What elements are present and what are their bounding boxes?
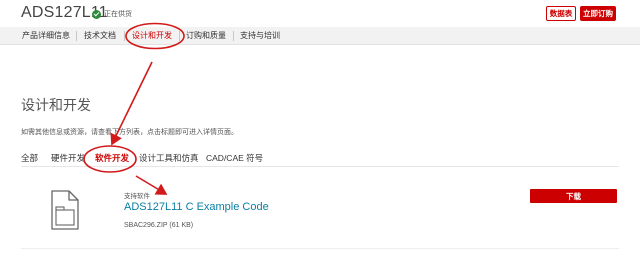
nav-item-support-training[interactable]: 支持与培训	[240, 30, 280, 41]
section-description: 如需其他信息或资源，请查看下方列表，点击标题即可进入详情页面。	[21, 129, 238, 136]
nav-separator	[76, 31, 77, 41]
tab-cad-cae-symbols[interactable]: CAD/CAE 符号	[206, 152, 263, 164]
section-title: 设计和开发	[21, 97, 91, 113]
resource-category-label: 支持软件	[124, 193, 150, 200]
top-bar: ADS127L11 正在供货 数据表 立即订购	[0, 0, 640, 27]
tab-design-tools-simulation[interactable]: 设计工具和仿真	[139, 152, 199, 164]
nav-item-technical-docs[interactable]: 技术文档	[84, 30, 116, 41]
tabs-divider	[21, 166, 619, 167]
product-nav-bar: 产品详细信息 技术文档 设计和开发 订购和质量 支持与培训	[0, 27, 640, 45]
nav-separator	[233, 31, 234, 41]
nav-item-ordering-quality[interactable]: 订购和质量	[186, 30, 226, 41]
tab-all[interactable]: 全部	[21, 152, 38, 164]
nav-separator	[179, 31, 180, 41]
file-icon	[50, 190, 80, 230]
list-divider	[21, 248, 619, 249]
datasheet-button[interactable]: 数据表	[546, 6, 576, 21]
resource-title-link[interactable]: ADS127L11 C Example Code	[124, 201, 269, 213]
nav-separator	[124, 31, 125, 41]
nav-item-product-details[interactable]: 产品详细信息	[22, 30, 70, 41]
tab-hardware-development[interactable]: 硬件开发	[51, 152, 85, 164]
resource-file-meta: SBAC296.ZIP (61 KB)	[124, 222, 194, 229]
nav-item-design-development[interactable]: 设计和开发	[132, 30, 172, 41]
tab-software-development[interactable]: 软件开发	[95, 152, 129, 164]
download-button[interactable]: 下载	[530, 189, 617, 203]
check-circle-icon	[92, 9, 101, 19]
status-text: 正在供货	[104, 11, 132, 18]
status-badge: 正在供货	[92, 9, 132, 19]
order-now-button[interactable]: 立即订购	[580, 6, 616, 21]
